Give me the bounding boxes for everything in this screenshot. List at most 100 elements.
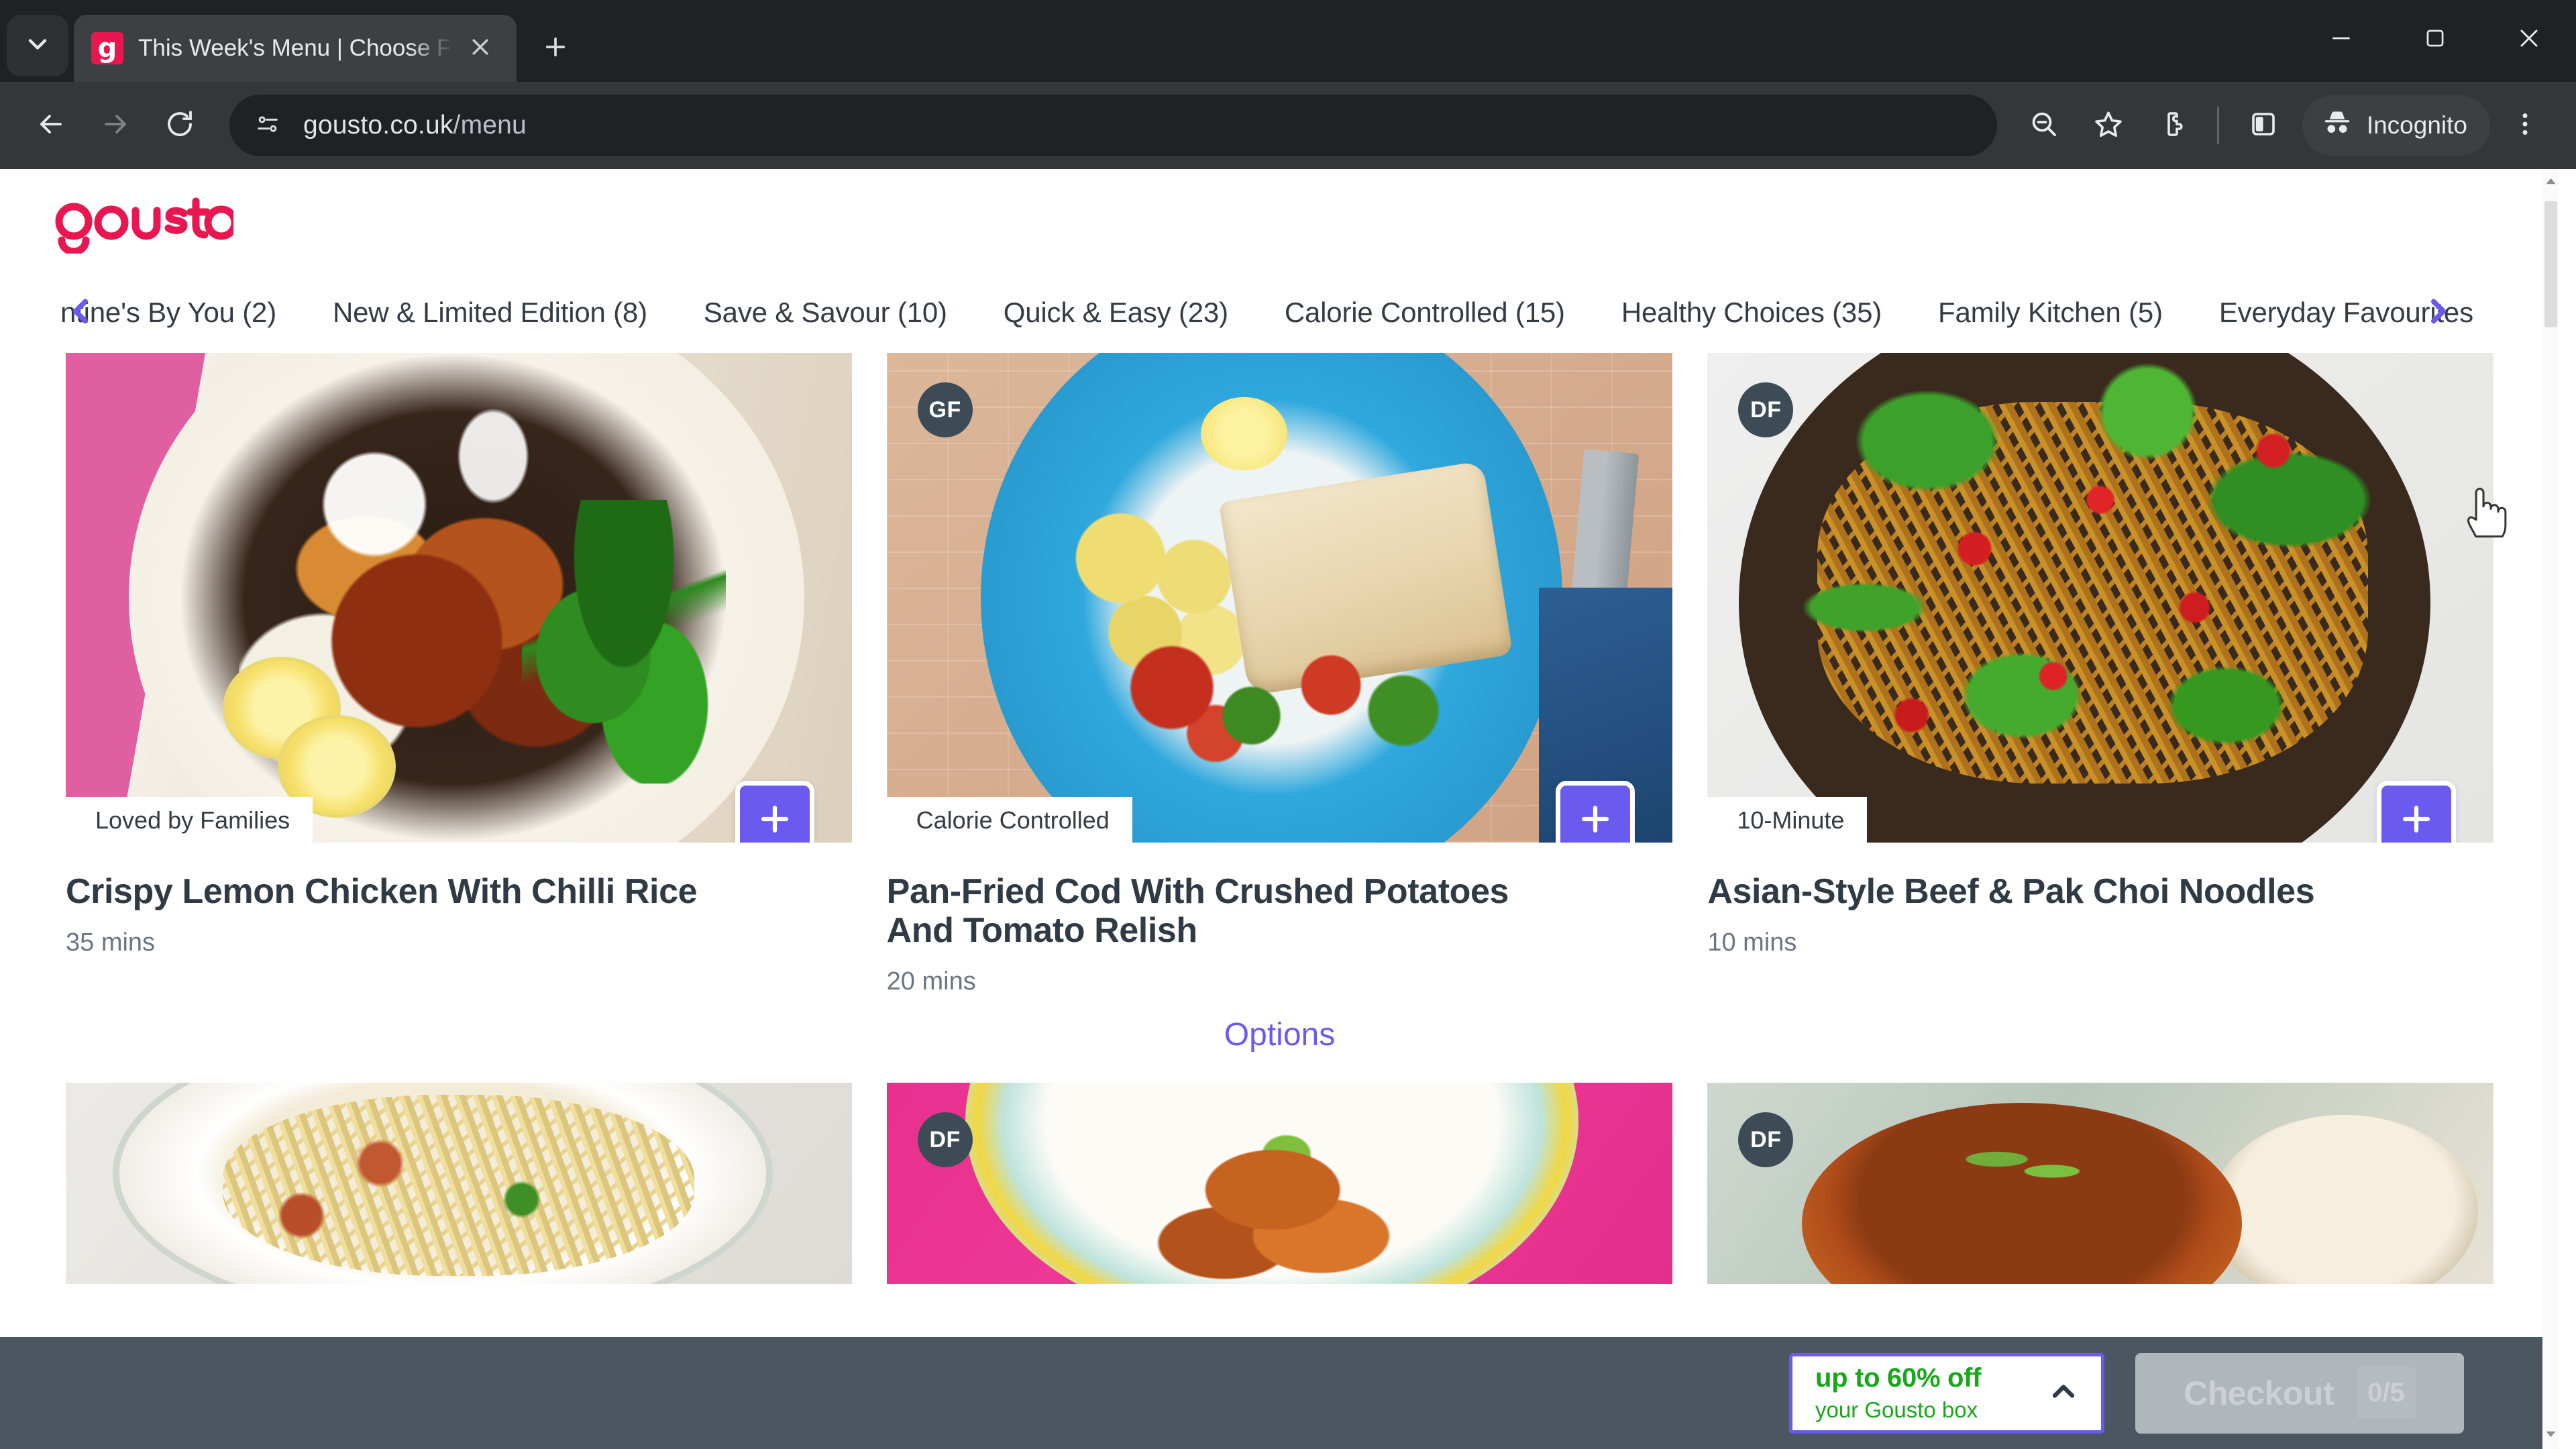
tab-close-button[interactable] <box>462 30 499 67</box>
chevron-right-icon <box>2421 294 2455 331</box>
recipe-ribbon: Loved by Families <box>66 797 313 843</box>
category-tab-quick-easy[interactable]: Quick & Easy (23) <box>1004 297 1228 329</box>
site-info-button[interactable] <box>247 105 288 146</box>
forward-button[interactable] <box>83 93 148 158</box>
category-count: (35) <box>1832 297 1882 328</box>
close-icon <box>2516 25 2542 54</box>
category-next-button[interactable] <box>2418 293 2457 332</box>
chevron-left-icon <box>64 294 98 331</box>
category-tab-new-limited-edition[interactable]: New & Limited Edition (8) <box>333 297 647 329</box>
tab-strip: g This Week's Menu | Choose Fro <box>0 0 2576 82</box>
incognito-indicator[interactable]: Incognito <box>2302 95 2490 156</box>
recipe-image[interactable]: Loved by Families <box>66 353 852 843</box>
recipe-image[interactable]: DF <box>1707 1083 2493 1285</box>
recipe-image[interactable]: DF <box>886 1083 1673 1285</box>
recipe-card[interactable]: Loved by Families Crispy Lemon Chicken W… <box>66 353 852 996</box>
reload-icon <box>164 108 196 144</box>
category-tab-healthy-choices[interactable]: Healthy Choices (35) <box>1621 297 1882 329</box>
recipe-card[interactable]: GF Calorie Controlled Pan-Fried Cod With… <box>886 353 1673 996</box>
url-path: /menu <box>453 111 527 140</box>
arrow-right-icon <box>99 108 131 144</box>
recipe-photo-pan-fried-cod <box>886 353 1673 843</box>
category-count: (23) <box>1178 297 1228 328</box>
recipe-photo-asian-beef-noodles <box>1707 353 2493 843</box>
recipe-photo-crispy-lemon-chicken <box>66 353 852 843</box>
diet-badge-gf: GF <box>917 382 973 437</box>
recipe-cook-time: 35 mins <box>66 928 156 957</box>
extensions-puzzle-icon <box>2157 108 2189 144</box>
recipe-image[interactable]: DF 10-Minute <box>1707 353 2493 843</box>
recipe-card[interactable]: DF 10-Minute Asian-Style Beef & Pak Choi… <box>1707 353 2493 996</box>
recipe-title[interactable]: Pan-Fried Cod With Crushed Potatoes And … <box>887 872 1673 950</box>
url-host: gousto.co.uk <box>303 111 453 140</box>
category-nav[interactable]: ntine's By You (2) New & Limited Edition… <box>0 280 2559 345</box>
side-panel-button[interactable] <box>2231 93 2296 158</box>
gousto-logo[interactable] <box>52 196 239 256</box>
checkout-button[interactable]: Checkout 0/5 <box>2135 1352 2464 1434</box>
plus-icon <box>2397 800 2436 842</box>
recipe-image[interactable]: GF Calorie Controlled <box>886 353 1673 843</box>
category-label: Calorie Controlled <box>1284 297 1508 328</box>
category-tab-family-kitchen[interactable]: Family Kitchen (5) <box>1938 297 2163 329</box>
add-recipe-button[interactable] <box>1556 781 1635 843</box>
browser-toolbar: gousto.co.uk/menu Incognito <box>0 82 2576 169</box>
arrow-left-icon <box>35 108 67 144</box>
address-bar[interactable]: gousto.co.uk/menu <box>229 95 1997 156</box>
chevron-down-icon <box>23 30 52 62</box>
tab-search-button[interactable] <box>7 15 68 76</box>
window-minimize-button[interactable] <box>2294 0 2388 79</box>
new-tab-button[interactable] <box>530 23 581 74</box>
plus-icon <box>755 800 794 842</box>
reload-button[interactable] <box>148 93 212 158</box>
recipe-card[interactable] <box>66 1083 852 1285</box>
window-maximize-button[interactable] <box>2388 0 2482 79</box>
page-settings-icon <box>254 111 281 141</box>
recipe-title[interactable]: Asian-Style Beef & Pak Choi Noodles <box>1707 872 2493 911</box>
back-button[interactable] <box>19 93 83 158</box>
zoom-button[interactable] <box>2012 93 2076 158</box>
category-tab-calorie-controlled[interactable]: Calorie Controlled (15) <box>1285 297 1565 329</box>
category-prev-button[interactable] <box>62 293 101 332</box>
plus-icon <box>541 33 570 64</box>
promo-discount-panel[interactable]: up to 60% off your Gousto box <box>1789 1352 2104 1434</box>
plus-icon <box>1576 800 1615 842</box>
scroll-up-button[interactable] <box>2542 169 2559 196</box>
extensions-button[interactable] <box>2141 93 2205 158</box>
category-label: Healthy Choices <box>1621 297 1825 328</box>
zoom-out-icon <box>2028 108 2060 144</box>
page-scrollbar[interactable] <box>2542 169 2559 1449</box>
star-icon <box>2092 108 2125 144</box>
checkout-count-badge: 0/5 <box>2357 1367 2416 1419</box>
options-link[interactable]: Options <box>1224 1017 1335 1053</box>
recipe-title[interactable]: Crispy Lemon Chicken With Chilli Rice <box>66 872 852 911</box>
category-tab-save-savour[interactable]: Save & Savour (10) <box>704 297 947 329</box>
recipe-card[interactable]: DF <box>1707 1083 2493 1285</box>
category-label: Quick & Easy <box>1003 297 1171 328</box>
maximize-icon <box>2422 25 2448 54</box>
triangle-up-icon <box>2545 176 2557 189</box>
browser-tab[interactable]: g This Week's Menu | Choose Fro <box>74 15 517 82</box>
promo-subline: your Gousto box <box>1815 1397 1978 1422</box>
add-recipe-button[interactable] <box>735 781 814 843</box>
side-panel-icon <box>2247 108 2279 144</box>
options-row: Options <box>0 1016 2559 1053</box>
window-close-button[interactable] <box>2482 0 2576 79</box>
gousto-menu-page: ntine's By You (2) New & Limited Edition… <box>0 169 2559 1449</box>
scroll-down-button[interactable] <box>2542 1422 2559 1449</box>
tab-favicon-gousto: g <box>91 32 123 64</box>
promo-expand-button[interactable] <box>2046 1374 2081 1412</box>
add-recipe-button[interactable] <box>2376 781 2456 843</box>
bookmark-button[interactable] <box>2076 93 2141 158</box>
recipe-photo-pasta <box>66 1083 852 1285</box>
url-text: gousto.co.uk/menu <box>303 111 527 140</box>
recipe-card[interactable]: DF <box>886 1083 1673 1285</box>
category-count: (5) <box>2129 297 2163 328</box>
browser-menu-button[interactable] <box>2493 93 2557 158</box>
category-count: (15) <box>1515 297 1565 328</box>
toolbar-divider <box>2216 107 2219 144</box>
scrollbar-thumb[interactable] <box>2544 201 2557 327</box>
category-label: Family Kitchen <box>1938 297 2121 328</box>
tab-title: This Week's Menu | Choose Fro <box>138 35 453 61</box>
minimize-icon <box>2328 25 2354 54</box>
recipe-image[interactable] <box>66 1083 852 1285</box>
